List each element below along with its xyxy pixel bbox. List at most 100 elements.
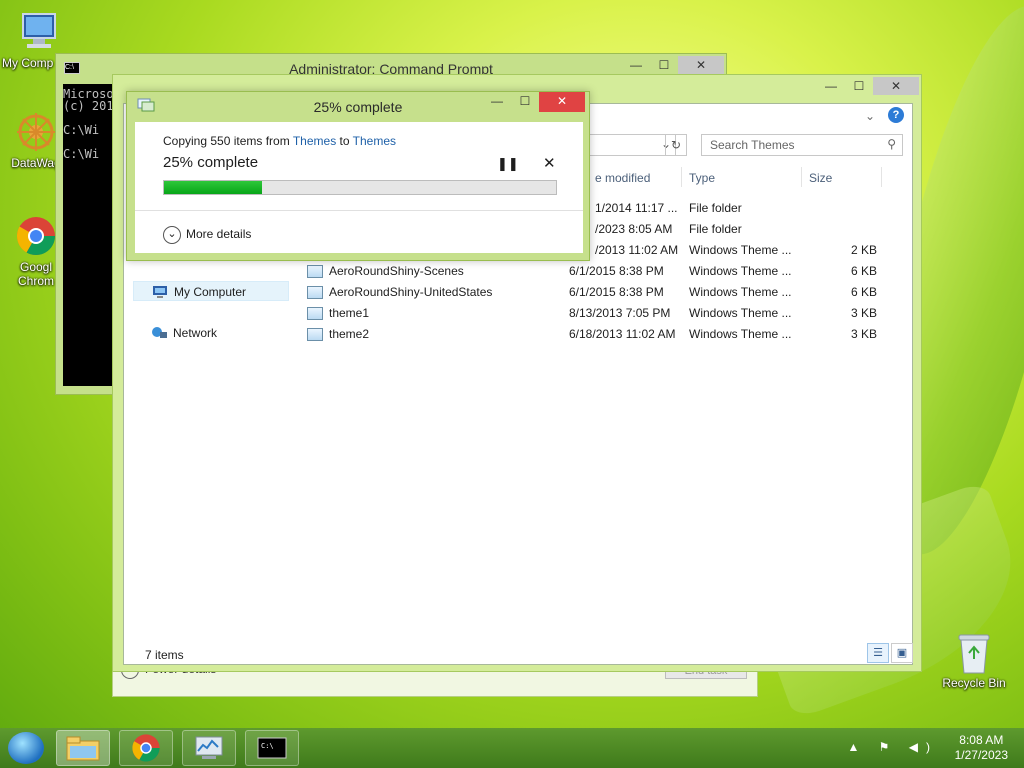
copy-description-prefix: Copying 550 items from: [163, 134, 293, 148]
large-icons-view-button[interactable]: ▣: [891, 643, 913, 663]
search-icon: ⚲: [887, 137, 896, 151]
taskbar-task-manager[interactable]: [182, 730, 236, 766]
start-button[interactable]: [8, 732, 44, 764]
file-name: theme2: [329, 327, 370, 341]
column-size[interactable]: Size: [809, 171, 832, 185]
minimize-button[interactable]: —: [483, 92, 511, 110]
theme-file-icon: [307, 328, 323, 341]
computer-icon: [153, 286, 167, 298]
cmd-line: C:\Wi: [63, 123, 100, 137]
help-icon[interactable]: ?: [888, 107, 904, 123]
taskbar: C:\ ▲ ⚑ ◀) 8:08 AM 1/27/2023: [0, 728, 1024, 768]
theme-file-icon: [307, 307, 323, 320]
cmd-console[interactable]: Microsof (c) 2013 C:\Wi C:\Wi: [63, 84, 119, 386]
svg-text:C:\: C:\: [261, 742, 274, 750]
cmd-line: (c) 2013: [63, 99, 119, 113]
file-type: Windows Theme ...: [689, 264, 792, 278]
details-view-button[interactable]: ☰: [867, 643, 889, 663]
more-details-label: More details: [186, 227, 252, 242]
close-button[interactable]: ✕: [539, 92, 585, 112]
chrome-icon: [132, 734, 160, 762]
search-input[interactable]: Search Themes ⚲: [701, 134, 903, 156]
copy-dialog-body: Copying 550 items from Themes to Themes …: [135, 122, 583, 253]
minimize-button[interactable]: —: [622, 56, 650, 74]
file-size: 6 KB: [851, 285, 878, 299]
file-row[interactable]: AeroRoundShiny-UnitedStates 6/1/2015 8:3…: [307, 282, 887, 303]
file-name: AeroRoundShiny-UnitedStates: [329, 285, 493, 299]
desktop-icon-recycle-bin[interactable]: Recycle Bin: [938, 630, 1010, 690]
taskbar-chrome[interactable]: [119, 730, 173, 766]
refresh-icon[interactable]: ↻: [665, 134, 687, 156]
file-name: AeroRoundShiny-Scenes: [329, 264, 464, 278]
file-type: Windows Theme ...: [689, 243, 792, 257]
file-row[interactable]: theme2 6/18/2013 11:02 AM Windows Theme …: [307, 324, 887, 345]
folder-icon: [66, 736, 100, 761]
file-type: Windows Theme ...: [689, 285, 792, 299]
chevron-down-icon[interactable]: ⌄: [865, 109, 875, 123]
nav-item-label: Network: [173, 326, 218, 340]
nav-item-label: My Computer: [174, 285, 247, 299]
destination-folder-link[interactable]: Themes: [353, 134, 396, 148]
clock-time: 8:08 AM: [959, 733, 1004, 747]
file-date: /2023 8:05 AM: [595, 222, 673, 236]
file-name: theme1: [329, 306, 370, 320]
file-date: 1/2014 11:17 ...: [595, 201, 678, 215]
copy-progress-dialog[interactable]: 25% complete — ☐ ✕ Copying 550 items fro…: [126, 91, 590, 261]
source-folder-link[interactable]: Themes: [293, 134, 336, 148]
pause-icon[interactable]: ❚❚: [497, 156, 519, 172]
file-row[interactable]: theme1 8/13/2013 7:05 PM Windows Theme .…: [307, 303, 887, 324]
progress-fill: [164, 181, 262, 194]
recycle-bin-icon: [952, 630, 996, 674]
file-type: File folder: [689, 201, 742, 215]
maximize-button[interactable]: ☐: [845, 77, 873, 95]
close-button[interactable]: ✕: [678, 56, 724, 74]
file-row[interactable]: AeroRoundShiny-Scenes 6/1/2015 8:38 PM W…: [307, 261, 887, 282]
column-separator: [881, 167, 882, 187]
maximize-button[interactable]: ☐: [650, 56, 678, 74]
desktop-icon-label: Recycle Bin: [942, 676, 1006, 690]
file-date: 6/1/2015 8:38 PM: [569, 285, 664, 299]
nav-item-network[interactable]: Network: [133, 323, 289, 343]
chevron-down-icon: ⌄: [163, 226, 181, 244]
taskbar-cmd[interactable]: C:\: [245, 730, 299, 766]
divider: [135, 210, 583, 211]
address-bar[interactable]: ⌄: [582, 134, 676, 156]
clock[interactable]: 8:08 AM 1/27/2023: [955, 733, 1008, 763]
column-date-modified[interactable]: e modified: [595, 171, 650, 185]
column-separator: [681, 167, 682, 187]
clock-date: 1/27/2023: [954, 748, 1008, 762]
more-details-button[interactable]: ⌄ More details: [163, 226, 251, 244]
column-separator: [801, 167, 802, 187]
stop-icon[interactable]: ✕: [543, 154, 556, 172]
file-type: File folder: [689, 222, 742, 236]
file-date: /2013 11:02 AM: [595, 243, 679, 257]
copy-description: Copying 550 items from Themes to Themes: [163, 134, 396, 148]
file-date: 6/1/2015 8:38 PM: [569, 264, 664, 278]
taskbar-explorer[interactable]: [56, 730, 110, 766]
file-type: Windows Theme ...: [689, 327, 792, 341]
theme-file-icon: [307, 265, 323, 278]
search-placeholder: Search Themes: [710, 138, 795, 152]
progress-bar: [163, 180, 557, 195]
maximize-button[interactable]: ☐: [511, 92, 539, 110]
column-type[interactable]: Type: [689, 171, 715, 185]
file-size: 3 KB: [851, 327, 878, 341]
cmd-icon: C:\: [257, 737, 287, 759]
item-count: 7 items: [145, 648, 184, 662]
minimize-button[interactable]: —: [817, 77, 845, 95]
copy-description-to: to: [336, 134, 353, 148]
datawag-icon: [14, 110, 58, 154]
file-date: 6/18/2013 11:02 AM: [569, 327, 676, 341]
nav-item-my-computer[interactable]: My Computer: [133, 281, 289, 301]
file-size: 2 KB: [851, 243, 878, 257]
file-size: 3 KB: [851, 306, 878, 320]
network-icon: [152, 327, 167, 338]
theme-file-icon: [307, 286, 323, 299]
progress-status: 25% complete: [163, 154, 259, 171]
task-manager-icon: [195, 736, 223, 759]
computer-icon: [16, 10, 60, 54]
close-button[interactable]: ✕: [873, 77, 919, 95]
system-tray[interactable]: ▲ ⚑ ◀): [847, 740, 938, 754]
file-size: 6 KB: [851, 264, 878, 278]
file-type: Windows Theme ...: [689, 306, 792, 320]
